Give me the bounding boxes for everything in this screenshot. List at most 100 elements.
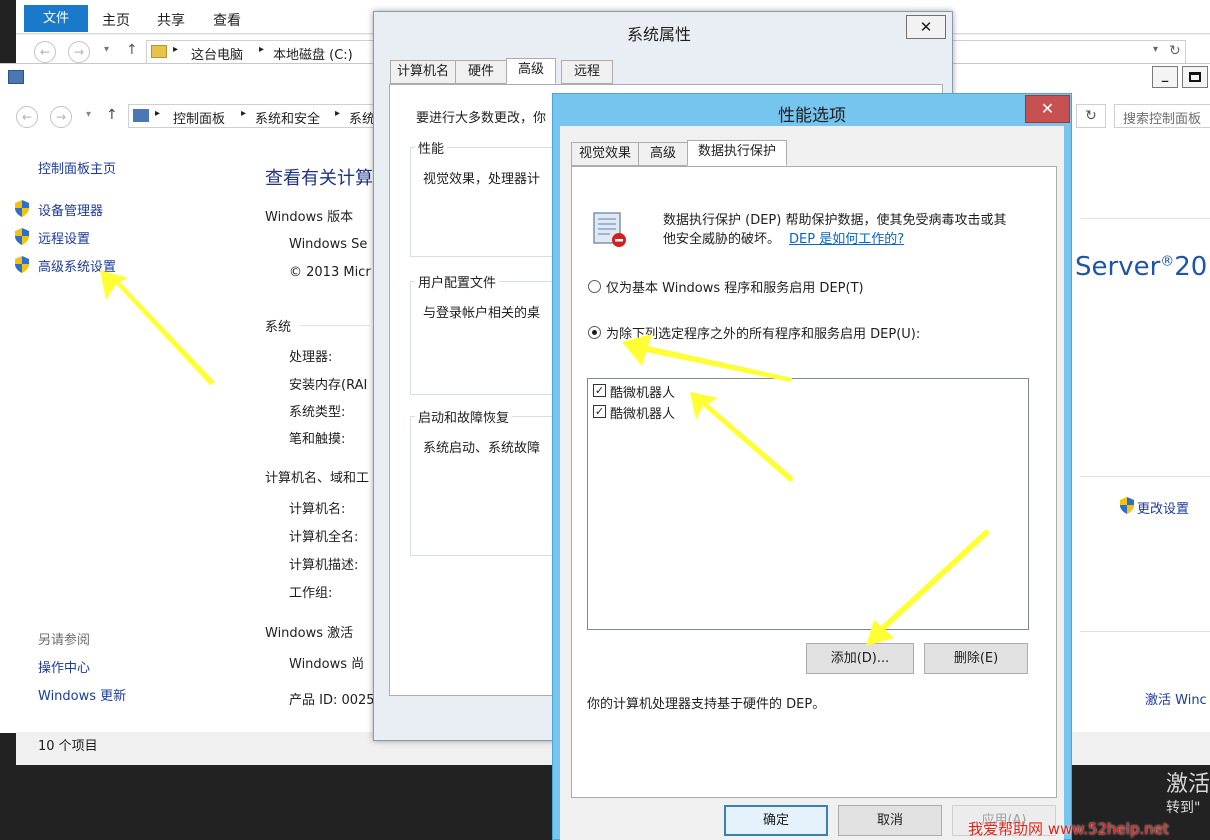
radio-all-except-label[interactable]: 为除下列选定程序之外的所有程序和服务启用 DEP(U): (606, 323, 920, 342)
close-icon[interactable]: ✕ (906, 15, 946, 39)
ok-button[interactable]: 确定 (724, 805, 828, 836)
breadcrumb-control-panel[interactable]: 控制面板 (173, 108, 225, 127)
divider (300, 325, 370, 326)
forward-icon[interactable]: → (68, 41, 90, 63)
minimize-icon[interactable]: _ (1152, 66, 1178, 88)
recent-dropdown-icon[interactable]: ▾ (86, 109, 91, 120)
maximize-icon[interactable] (1182, 66, 1208, 88)
edition-name: Windows Se (289, 237, 368, 252)
copyright-text: © 2013 Micr (289, 265, 371, 280)
breadcrumb-separator-icon: ▸ (155, 108, 161, 119)
ribbon-tab-share[interactable]: 共享 (157, 10, 185, 30)
remove-button[interactable]: 删除(E) (924, 643, 1028, 674)
breadcrumb-this-pc[interactable]: 这台电脑 (191, 44, 243, 63)
close-icon[interactable]: ✕ (1025, 95, 1070, 123)
control-panel-icon (133, 109, 149, 122)
refresh-icon[interactable]: ↻ (1076, 104, 1106, 128)
tab-hardware[interactable]: 硬件 (455, 60, 507, 84)
up-icon[interactable]: ↑ (126, 42, 138, 58)
dialog-title: 系统属性 (627, 25, 692, 44)
dep-description: 数据执行保护 (DEP) 帮助保护数据，使其免受病毒攻击或其 (663, 213, 1007, 228)
activation-watermark-title: 激活 (1166, 772, 1210, 797)
tab-advanced[interactable]: 高级 (638, 142, 688, 166)
group-body: 与登录帐户相关的桌 (423, 306, 541, 321)
search-placeholder: 搜索控制面板 (1123, 112, 1202, 127)
system-row-pen-touch: 笔和触摸: (289, 432, 346, 447)
divider (1080, 476, 1210, 477)
radio-all-except[interactable] (588, 326, 601, 339)
tab-data-execution-prevention[interactable]: 数据执行保护 (687, 140, 787, 166)
radio-basic-only-label[interactable]: 仅为基本 Windows 程序和服务启用 DEP(T) (606, 277, 864, 296)
change-settings-link[interactable]: 更改设置 (1137, 498, 1189, 517)
breadcrumb-separator-icon: ▸ (335, 108, 341, 119)
sidebar-home-link[interactable]: 控制面板主页 (38, 158, 116, 177)
folder-icon (151, 45, 167, 58)
refresh-icon[interactable]: ↻ (1169, 43, 1181, 59)
hardware-dep-note: 你的计算机处理器支持基于硬件的 DEP。 (587, 697, 826, 712)
program-list[interactable]: ✓ 酷微机器人 ✓ 酷微机器人 (587, 378, 1029, 630)
computer-row-name: 计算机名: (289, 502, 346, 517)
breadcrumb-system-security[interactable]: 系统和安全 (255, 108, 320, 127)
dep-shield-icon (590, 209, 628, 249)
ribbon-tab-view[interactable]: 查看 (213, 10, 241, 30)
computer-row-full-name: 计算机全名: (289, 530, 359, 545)
program-checkbox[interactable]: ✓ (593, 405, 606, 418)
tab-visual-effects[interactable]: 视觉效果 (571, 142, 639, 166)
breadcrumb-separator-icon: ▸ (241, 108, 247, 119)
see-also-action-center[interactable]: 操作中心 (38, 657, 90, 676)
intro-text: 要进行大多数更改，你 (416, 111, 547, 126)
back-icon[interactable]: ← (16, 106, 38, 128)
activation-watermark-subtitle: 转到" (1166, 800, 1201, 816)
group-title: 启动和故障恢复 (415, 407, 513, 426)
site-watermark: 我爱帮助网 www.52help.net (968, 820, 1169, 838)
ribbon-tab-file[interactable]: 文件 (24, 5, 88, 32)
up-icon[interactable]: ↑ (106, 107, 118, 123)
recent-dropdown-icon[interactable]: ▾ (104, 44, 109, 55)
computer-row-workgroup: 工作组: (289, 586, 333, 601)
section-computer-name: 计算机名、域和工 (265, 471, 370, 486)
program-name: 酷微机器人 (610, 407, 676, 422)
dialog-title: 性能选项 (778, 106, 846, 126)
program-name: 酷微机器人 (610, 386, 676, 401)
ribbon-tab-home[interactable]: 主页 (102, 10, 130, 30)
breadcrumb-system[interactable]: 系统 (349, 108, 375, 127)
divider (1080, 218, 1210, 219)
see-also-windows-update[interactable]: Windows 更新 (38, 685, 126, 704)
shield-icon (14, 256, 30, 273)
cancel-button[interactable]: 取消 (838, 805, 942, 836)
breadcrumb-local-disk[interactable]: 本地磁盘 (C:) (273, 44, 353, 63)
radio-basic-only[interactable] (588, 280, 601, 293)
system-row-processor: 处理器: (289, 350, 333, 365)
shield-icon (1119, 497, 1135, 514)
sidebar-item-device-manager[interactable]: 设备管理器 (38, 200, 103, 219)
search-input[interactable]: 搜索控制面板 (1114, 104, 1210, 128)
dep-description-cont: 他安全威胁的破坏。 (663, 232, 781, 247)
forward-icon[interactable]: → (50, 106, 72, 128)
dialog-body: 视觉效果 高级 数据执行保护 数据执行保护 (DEP) 帮助保护数据，使其免受病… (560, 126, 1064, 840)
breadcrumb-separator-icon: ▸ (173, 44, 179, 55)
back-icon[interactable]: ← (34, 41, 56, 63)
tab-remote[interactable]: 远程 (561, 60, 613, 84)
dep-tab-panel: 数据执行保护 (DEP) 帮助保护数据，使其免受病毒攻击或其 他安全威胁的破坏。… (571, 166, 1057, 798)
add-button[interactable]: 添加(D)... (806, 643, 914, 674)
sidebar-item-remote-settings[interactable]: 远程设置 (38, 228, 90, 247)
sidebar-item-advanced-system-settings[interactable]: 高级系统设置 (38, 256, 116, 275)
address-dropdown-icon[interactable]: ▾ (1153, 44, 1158, 55)
group-body: 系统启动、系统故障 (423, 441, 541, 456)
program-checkbox[interactable]: ✓ (593, 384, 606, 397)
dep-help-link[interactable]: DEP 是如何工作的? (789, 228, 904, 247)
computer-row-description: 计算机描述: (289, 558, 359, 573)
tab-computer-name[interactable]: 计算机名 (390, 60, 456, 84)
group-title: 性能 (415, 138, 448, 157)
tab-advanced[interactable]: 高级 (506, 58, 556, 84)
section-activation: Windows 激活 (265, 626, 354, 641)
activate-windows-link[interactable]: 激活 Winc (1145, 689, 1207, 708)
breadcrumb-separator-icon: ▸ (259, 44, 265, 55)
performance-options-dialog: 性能选项 ✕ 视觉效果 高级 数据执行保护 数据执行保护 (DEP) 帮助保护数… (552, 93, 1072, 840)
system-icon (8, 70, 24, 84)
activation-status: Windows 尚 (289, 657, 365, 672)
shield-icon (14, 228, 30, 245)
system-row-ram: 安装内存(RAI (289, 378, 368, 393)
page-title: 查看有关计算 (265, 168, 373, 189)
shield-icon (14, 200, 30, 217)
